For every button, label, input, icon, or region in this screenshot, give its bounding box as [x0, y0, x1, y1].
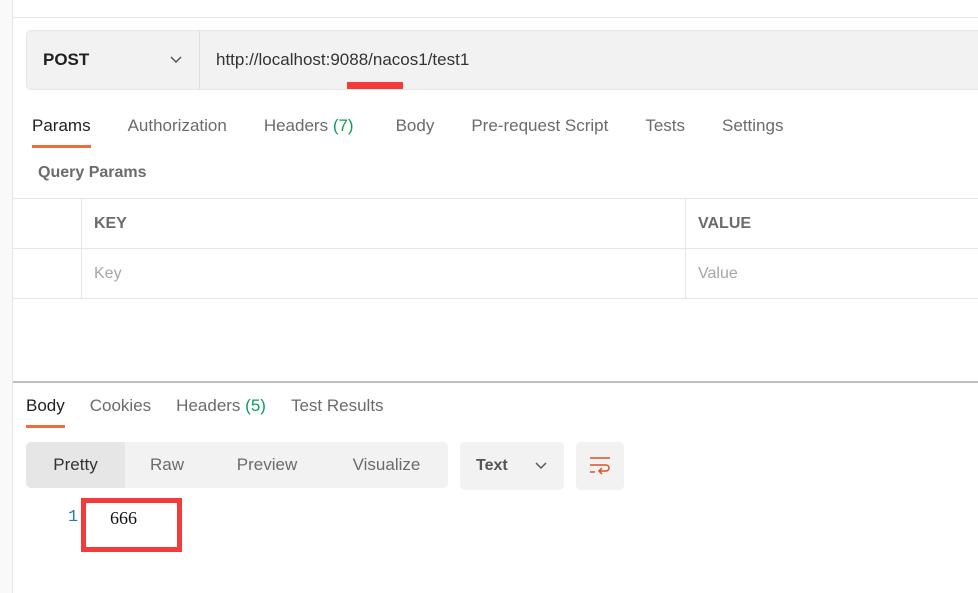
tab-label: Headers [176, 396, 241, 415]
top-divider [13, 17, 978, 18]
pane-resize-handle[interactable] [13, 381, 978, 383]
checkbox-column [13, 199, 82, 248]
tab-authorization[interactable]: Authorization [128, 116, 227, 136]
tab-pre-request-script[interactable]: Pre-request Script [471, 116, 608, 136]
tab-test-results[interactable]: Test Results [291, 396, 384, 416]
tab-headers[interactable]: Headers (7) [264, 116, 354, 136]
view-mode-group: Pretty Raw Preview Visualize [26, 442, 448, 488]
tab-response-headers[interactable]: Headers (5) [176, 396, 266, 416]
tab-body[interactable]: Body [396, 116, 435, 136]
headers-count: (7) [332, 116, 354, 135]
line-number: 1 [68, 508, 79, 527]
wrap-lines-icon [590, 457, 610, 475]
wrap-lines-button[interactable] [576, 442, 624, 490]
format-label: Text [476, 457, 508, 474]
key-header: KEY [82, 199, 686, 248]
left-sidebar-edge [0, 0, 13, 593]
highlight-box [81, 498, 182, 552]
table-row: Key Value [13, 249, 978, 299]
highlight-underline [347, 82, 403, 89]
request-bar: POST http://localhost:9088/nacos1/test1 [26, 30, 978, 90]
tab-label: Headers [263, 116, 329, 135]
view-pretty[interactable]: Pretty [26, 442, 125, 488]
chevron-down-icon [535, 462, 547, 470]
tab-tests[interactable]: Tests [645, 116, 685, 136]
view-visualize[interactable]: Visualize [325, 442, 448, 488]
tab-cookies[interactable]: Cookies [90, 396, 151, 416]
response-tabs: Body Cookies Headers (5) Test Results [26, 396, 384, 428]
method-label: POST [43, 50, 90, 69]
query-params-table: KEY VALUE Key Value [13, 198, 978, 299]
headers-count: (5) [245, 396, 266, 415]
url-input[interactable]: http://localhost:9088/nacos1/test1 [200, 50, 469, 70]
value-header: VALUE [698, 214, 752, 232]
value-input[interactable]: Value [686, 249, 978, 298]
format-select[interactable]: Text [460, 442, 564, 490]
key-input[interactable]: Key [82, 249, 686, 298]
table-header-row: KEY VALUE [13, 199, 978, 249]
method-select[interactable]: POST [27, 31, 200, 89]
checkbox-cell [13, 249, 82, 298]
query-params-title: Query Params [38, 164, 147, 181]
tab-response-body[interactable]: Body [26, 396, 65, 428]
view-preview[interactable]: Preview [209, 442, 325, 488]
tab-settings[interactable]: Settings [722, 116, 783, 136]
tab-params[interactable]: Params [32, 116, 91, 148]
view-raw[interactable]: Raw [125, 442, 209, 488]
chevron-down-icon [170, 56, 182, 64]
request-tabs: Params Authorization Headers (7) Body Pr… [32, 116, 783, 148]
